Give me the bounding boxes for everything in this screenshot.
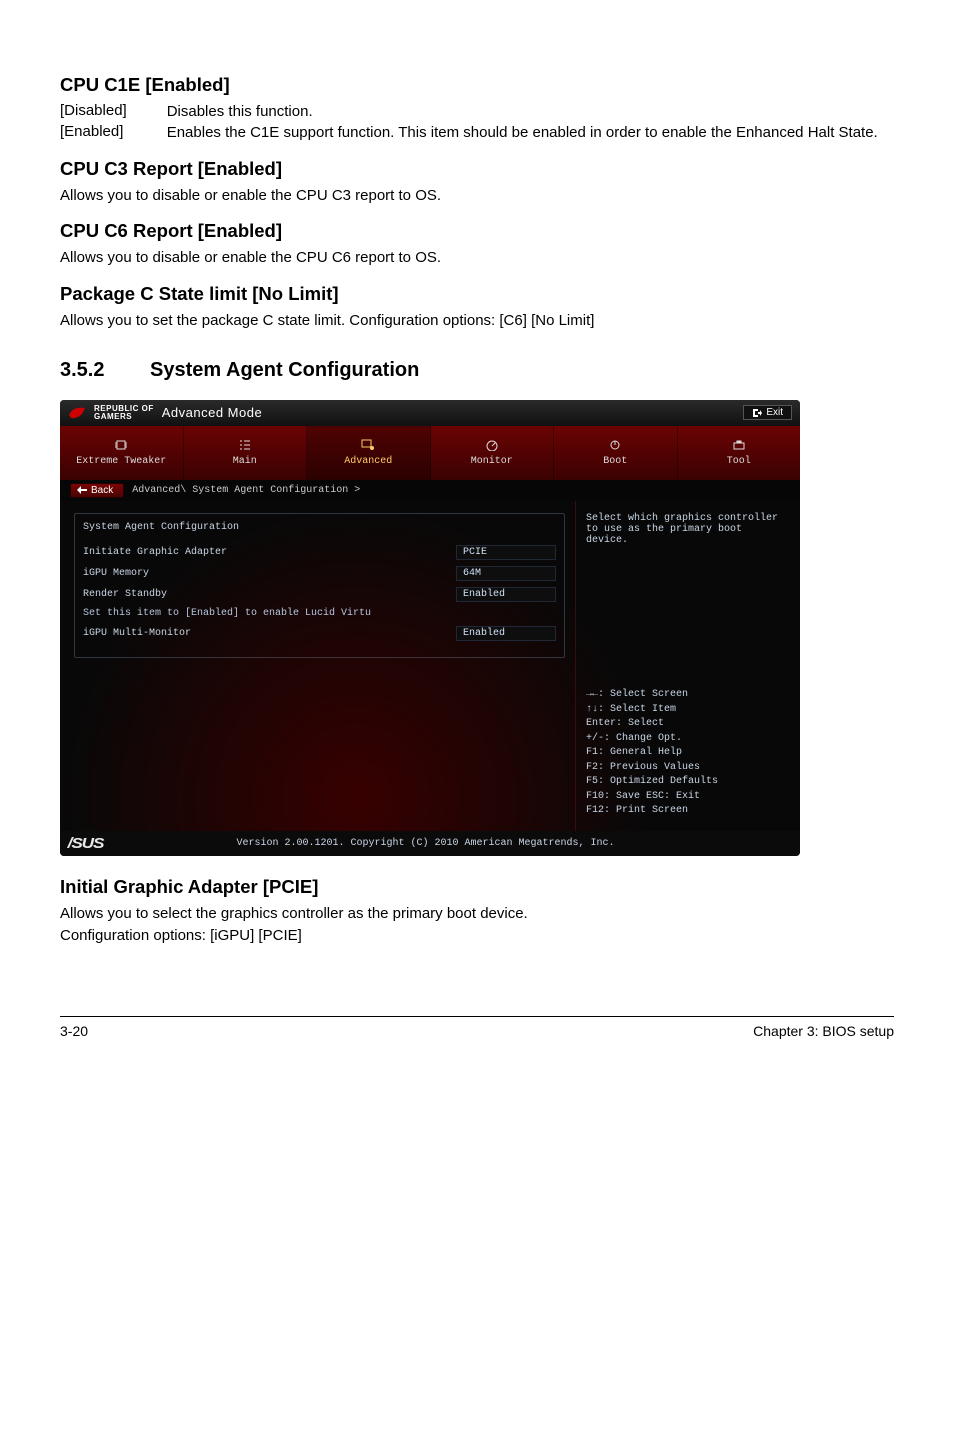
desc-iga-1: Allows you to select the graphics contro…: [60, 904, 894, 924]
desc-cpu-c3: Allows you to disable or enable the CPU …: [60, 186, 894, 206]
row-value[interactable]: PCIE: [456, 545, 556, 560]
heading-pkg-c: Package C State limit [No Limit]: [60, 283, 894, 305]
row-igpu-multi-monitor[interactable]: iGPU Multi-Monitor Enabled: [83, 626, 556, 641]
section-title: System Agent Configuration: [150, 359, 419, 381]
bios-side-panel: Select which graphics controller to use …: [575, 501, 800, 831]
desc-iga-2: Configuration options: [iGPU] [PCIE]: [60, 926, 894, 946]
tab-main[interactable]: Main: [184, 426, 308, 480]
section-heading: 3.5.2 System Agent Configuration: [60, 359, 894, 382]
bios-main-panel: System Agent Configuration Initiate Grap…: [60, 501, 575, 831]
tab-monitor[interactable]: Monitor: [431, 426, 555, 480]
key-legend: →←: Select Screen ↑↓: Select Item Enter:…: [586, 688, 790, 819]
monitor-icon: [484, 438, 500, 452]
rog-brand-text: REPUBLIC OF GAMERS: [94, 405, 154, 421]
chapter-label: Chapter 3: BIOS setup: [753, 1023, 894, 1039]
bios-footer: /SUS Version 2.00.1201. Copyright (C) 20…: [60, 831, 800, 856]
chip-icon: [113, 438, 129, 452]
row-label: Initiate Graphic Adapter: [83, 547, 456, 558]
section-number: 3.5.2: [60, 359, 104, 382]
opt-key: [Disabled]: [60, 102, 167, 123]
tab-tool[interactable]: Tool: [678, 426, 801, 480]
desc-pkg-c: Allows you to set the package C state li…: [60, 311, 894, 331]
multi-monitor-hint: Set this item to [Enabled] to enable Luc…: [83, 608, 556, 621]
heading-cpu-c6: CPU C6 Report [Enabled]: [60, 220, 894, 242]
opt-val: Disables this function.: [167, 102, 878, 123]
page-number: 3-20: [60, 1023, 88, 1039]
power-icon: [607, 438, 623, 452]
row-label: iGPU Multi-Monitor: [83, 628, 456, 639]
arrow-left-icon: [77, 486, 87, 494]
bios-titlebar: REPUBLIC OF GAMERS Advanced Mode Exit: [60, 400, 800, 426]
back-button[interactable]: Back: [70, 483, 124, 498]
asus-logo: /SUS: [60, 835, 115, 852]
desc-cpu-c6: Allows you to disable or enable the CPU …: [60, 248, 894, 268]
bios-breadcrumb-row: Back Advanced\ System Agent Configuratio…: [60, 480, 800, 501]
rog-logo-icon: [68, 406, 86, 420]
group-title: System Agent Configuration: [83, 522, 556, 533]
tab-extreme-tweaker[interactable]: Extreme Tweaker: [60, 426, 184, 480]
exit-icon: [752, 408, 762, 418]
exit-button[interactable]: Exit: [743, 405, 792, 420]
config-group: System Agent Configuration Initiate Grap…: [74, 513, 565, 659]
row-igpu-memory[interactable]: iGPU Memory 64M: [83, 566, 556, 581]
opt-key: [Enabled]: [60, 123, 167, 144]
row-render-standby[interactable]: Render Standby Enabled: [83, 587, 556, 602]
page-footer: 3-20 Chapter 3: BIOS setup: [60, 1016, 894, 1039]
row-value[interactable]: Enabled: [456, 587, 556, 602]
row-value[interactable]: 64M: [456, 566, 556, 581]
row-initiate-graphic-adapter[interactable]: Initiate Graphic Adapter PCIE: [83, 545, 556, 560]
row-label: iGPU Memory: [83, 568, 456, 579]
heading-initial-graphic-adapter: Initial Graphic Adapter [PCIE]: [60, 876, 894, 898]
row-label: Render Standby: [83, 589, 456, 600]
help-text: Select which graphics controller to use …: [586, 513, 790, 546]
tab-boot[interactable]: Boot: [554, 426, 678, 480]
heading-cpu-c1e: CPU C1E [Enabled]: [60, 74, 894, 96]
bios-tabs: Extreme Tweaker Main Advanced Monitor Bo…: [60, 426, 800, 480]
heading-cpu-c3: CPU C3 Report [Enabled]: [60, 158, 894, 180]
list-icon: [237, 438, 253, 452]
tab-advanced[interactable]: Advanced: [307, 426, 431, 480]
opt-val: Enables the C1E support function. This i…: [167, 123, 878, 144]
option-table-c1e: [Disabled] Disables this function. [Enab…: [60, 102, 878, 144]
advanced-icon: [360, 438, 376, 452]
row-value[interactable]: Enabled: [456, 626, 556, 641]
bios-mode-title: Advanced Mode: [162, 405, 262, 420]
breadcrumb: Advanced\ System Agent Configuration >: [132, 485, 360, 496]
bios-footer-text: Version 2.00.1201. Copyright (C) 2010 Am…: [111, 838, 800, 849]
tool-icon: [731, 438, 747, 452]
bios-screenshot: REPUBLIC OF GAMERS Advanced Mode Exit Ex…: [60, 400, 800, 856]
